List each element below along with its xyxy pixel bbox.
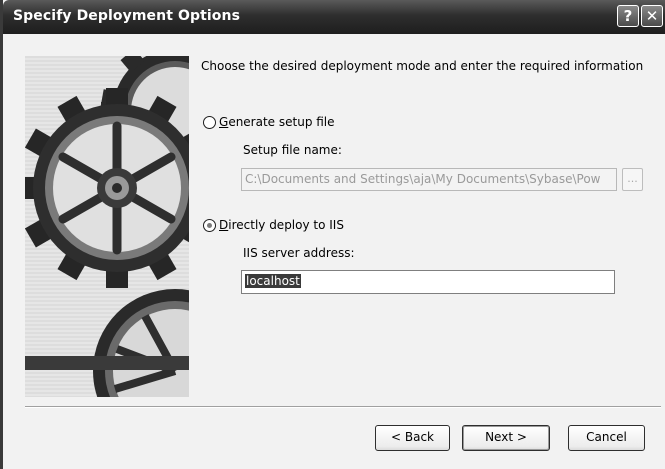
iis-server-address-field[interactable]: localhost [241,270,615,294]
instructions-text: Choose the desired deployment mode and e… [201,59,644,73]
cancel-button[interactable]: Cancel [568,425,645,451]
setup-file-name-field[interactable]: C:\Documents and Settings\aja\My Documen… [241,168,617,191]
generate-label-text: enerate setup file [228,115,335,129]
help-icon[interactable]: ? [617,5,639,27]
gears-illustration [25,56,189,397]
deploy-label-text: irectly deploy to IIS [228,218,344,232]
iis-server-address-value: localhost [245,274,301,288]
deployment-options-dialog: Specify Deployment Options ? ✕ Choose th… [0,0,665,469]
title-bar[interactable]: Specify Deployment Options ? ✕ [3,0,665,34]
dialog-title: Specify Deployment Options [13,8,241,24]
generate-setup-file-radio[interactable] [203,116,216,129]
deploy-to-iis-label[interactable]: Directly deploy to IIS [219,218,344,232]
setup-file-name-label: Setup file name: [243,143,342,157]
iis-server-address-label: IIS server address: [243,246,355,260]
back-button[interactable]: < Back [375,425,450,451]
mnemonic-g: G [219,115,229,129]
generate-setup-file-label[interactable]: Generate setup file [219,115,335,129]
deploy-to-iis-radio[interactable] [203,219,216,232]
next-button[interactable]: Next > [462,425,550,451]
button-separator [25,406,661,408]
close-icon[interactable]: ✕ [641,5,663,27]
browse-button[interactable]: ... [622,168,643,191]
mnemonic-d: D [219,218,229,232]
